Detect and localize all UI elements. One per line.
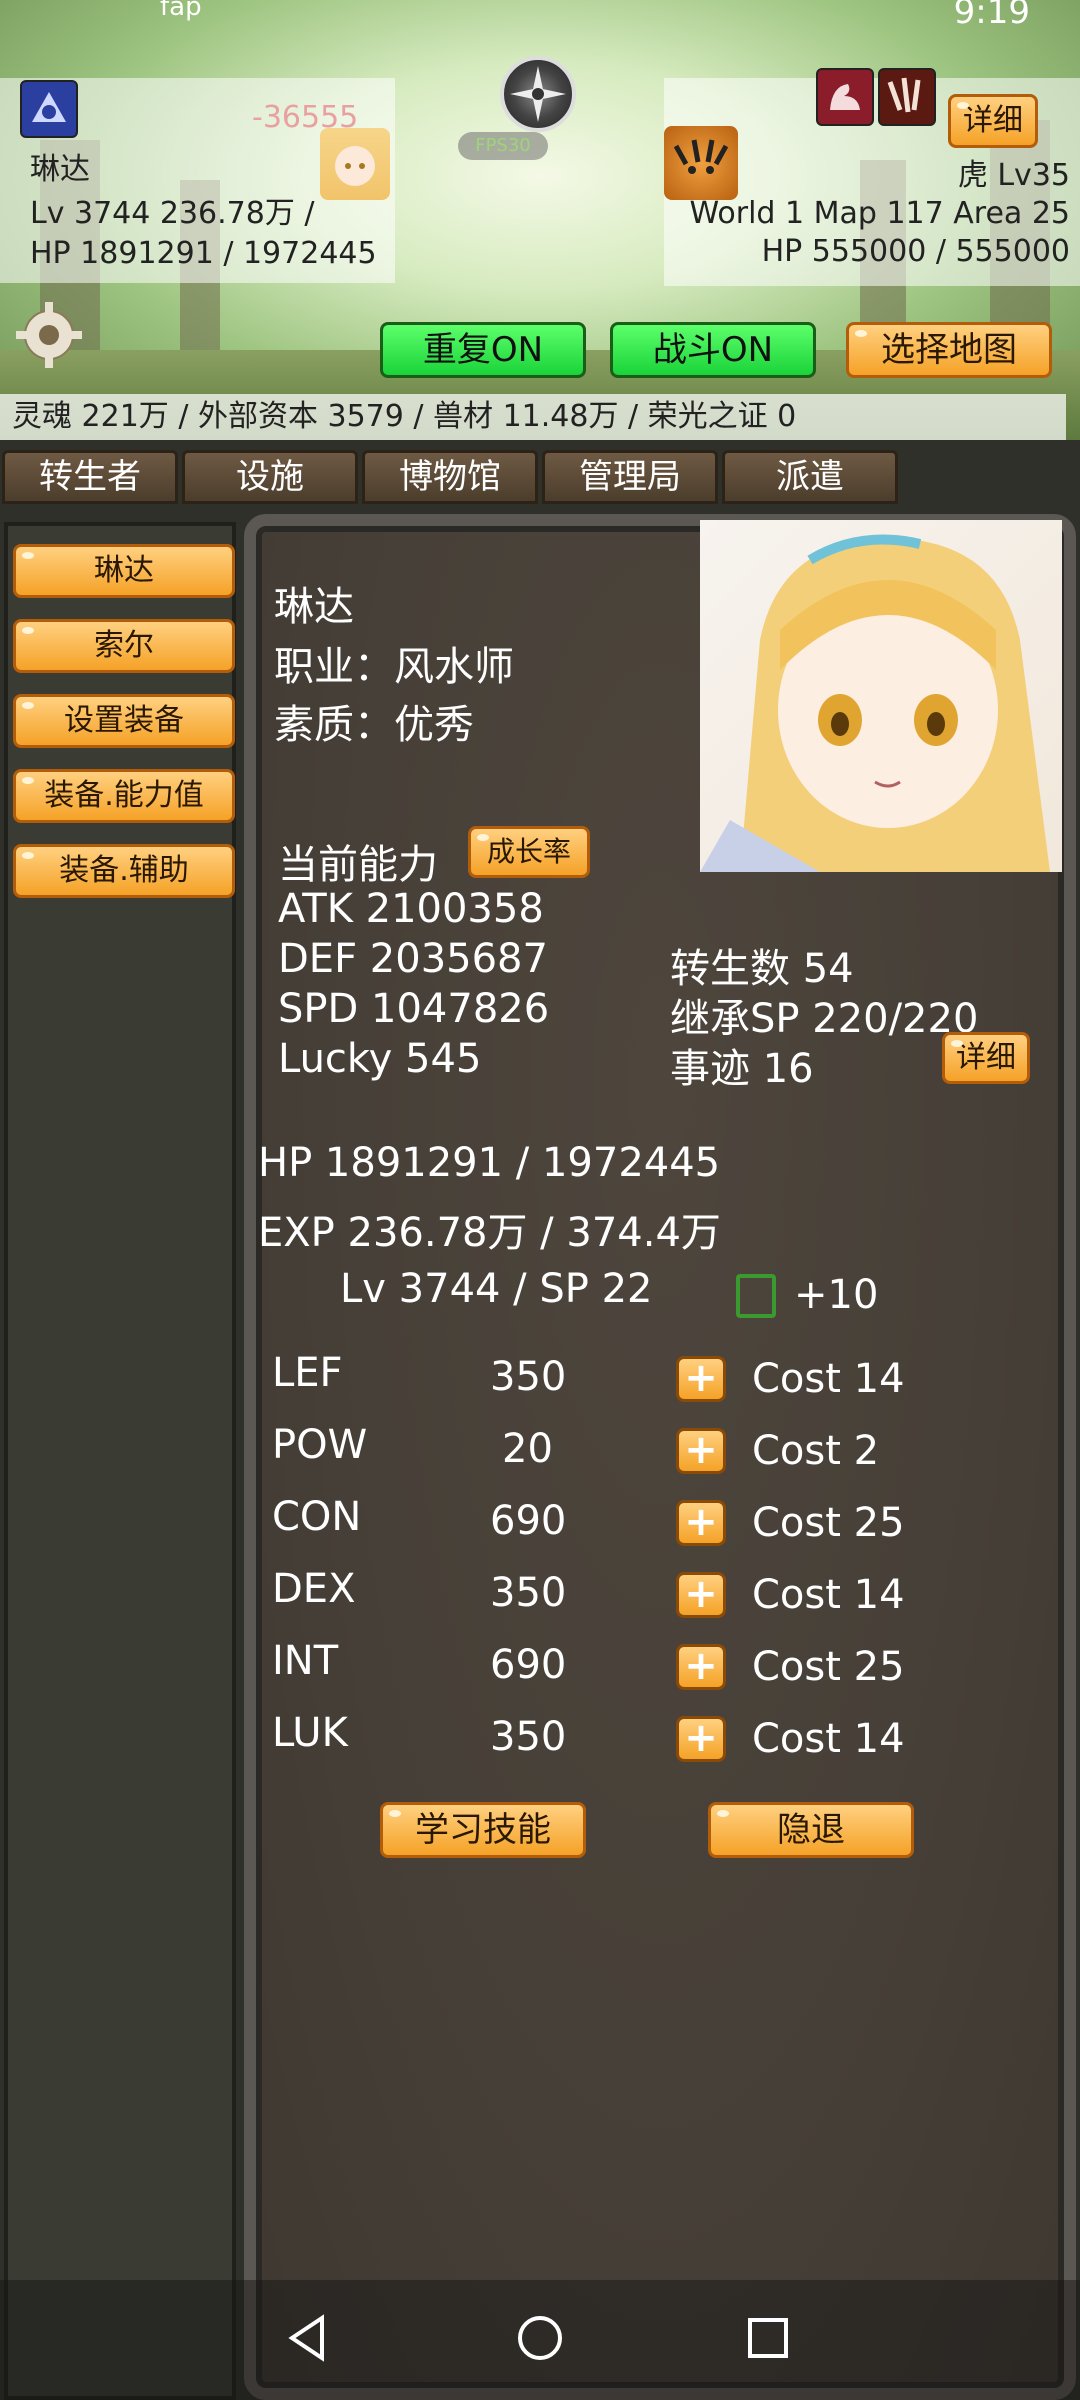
main-tabs: 转生者 设施 博物馆 管理局 派遣 [0,448,1080,506]
stat-value: 350 [490,1714,567,1760]
increase-stat-button[interactable]: + [676,1644,726,1690]
stat-value: 350 [490,1570,567,1616]
player-avatar [320,128,390,200]
fps-counter: FPS30 [458,132,548,160]
system-status-bar: fap 9:19 [0,0,1080,32]
enemy-strength-icon [816,68,874,126]
enemy-location: World 1 Map 117 Area 25 [689,196,1070,231]
stat-value: 690 [490,1498,567,1544]
sidebar-item-equip-stats[interactable]: 装备.能力值 [13,769,235,823]
home-icon[interactable] [514,2312,566,2364]
select-map-button[interactable]: 选择地图 [846,322,1052,378]
compass-icon[interactable] [500,56,576,132]
stat-name: CON [272,1494,362,1540]
increase-stat-button[interactable]: + [676,1356,726,1402]
stat-cost: Cost 2 [752,1428,880,1474]
stat-name: POW [272,1422,368,1468]
player-name: 琳达 [30,152,90,187]
plus-ten-checkbox[interactable] [736,1274,776,1318]
settings-gear-icon[interactable] [14,300,84,370]
resource-summary: 灵魂 221万 / 外部资本 3579 / 兽材 11.48万 / 荣光之证 0 [0,394,1066,440]
enemy-detail-button[interactable]: 详细 [948,94,1038,148]
spd-stat: SPD 1047826 [278,986,550,1032]
recents-icon[interactable] [742,2312,794,2364]
repeat-toggle-button[interactable]: 重复ON [380,322,586,378]
sidebar-item-set-equipment[interactable]: 设置装备 [13,694,235,748]
tab-facilities[interactable]: 设施 [182,450,358,504]
growth-rate-button[interactable]: 成长率 [468,826,590,878]
character-quality: 素质：优秀 [274,702,474,748]
character-name: 琳达 [274,584,354,630]
system-navigation-bar [0,2280,1080,2400]
stat-name: LEF [272,1350,343,1396]
deeds-detail-button[interactable]: 详细 [942,1032,1030,1084]
stat-name: DEX [272,1566,356,1612]
character-portrait [700,520,1062,872]
increase-stat-button[interactable]: + [676,1716,726,1762]
enemy-tiger-avatar [664,126,738,200]
player-hp: HP 1891291 / 1972445 [30,236,377,271]
stat-name: INT [272,1638,339,1684]
stat-name: LUK [272,1710,348,1756]
status-left-text: fap [160,0,202,22]
enemy-name-level: 虎 Lv35 [957,158,1070,193]
clock: 9:19 [953,0,1030,32]
back-icon[interactable] [282,2312,334,2364]
level-sp-display: Lv 3744 / SP 22 [340,1266,653,1312]
def-stat: DEF 2035687 [278,936,548,982]
stat-cost: Cost 25 [752,1500,905,1546]
increase-stat-button[interactable]: + [676,1572,726,1618]
stat-value: 690 [490,1642,567,1688]
stat-value: 20 [502,1426,553,1472]
tab-reincarnator[interactable]: 转生者 [2,450,178,504]
increase-stat-button[interactable]: + [676,1428,726,1474]
enemy-hp: HP 555000 / 555000 [761,234,1070,269]
character-job: 职业：风水师 [274,644,514,690]
stat-cost: Cost 14 [752,1572,905,1618]
player-panel: -36555 琳达 Lv 3744 236.78万 / HP 1891291 /… [0,78,395,283]
learn-skill-button[interactable]: 学习技能 [380,1802,586,1858]
tab-museum[interactable]: 博物馆 [362,450,538,504]
player-level: Lv 3744 236.78万 / [30,196,315,231]
enemy-panel: 详细 虎 Lv35 World 1 Map 117 Area 25 HP 555… [664,68,1080,286]
plus-ten-label: +10 [794,1272,879,1318]
enemy-claw-icon [878,68,936,126]
tab-dispatch[interactable]: 派遣 [722,450,898,504]
stat-cost: Cost 14 [752,1356,905,1402]
stat-cost: Cost 25 [752,1644,905,1690]
atk-stat: ATK 2100358 [278,886,544,932]
deeds-count: 事迹 16 [670,1046,814,1092]
tab-management[interactable]: 管理局 [542,450,718,504]
increase-stat-button[interactable]: + [676,1500,726,1546]
current-ability-label: 当前能力 [278,842,438,888]
sidebar: 琳达 索尔 设置装备 装备.能力值 装备.辅助 [4,522,236,2400]
exp-display: EXP 236.78万 / 374.4万 [258,1210,721,1256]
stat-cost: Cost 14 [752,1716,905,1762]
lucky-stat: Lucky 545 [278,1036,482,1082]
sidebar-item-sol[interactable]: 索尔 [13,619,235,673]
sidebar-item-linda[interactable]: 琳达 [13,544,235,598]
sidebar-item-equip-support[interactable]: 装备.辅助 [13,844,235,898]
player-class-icon [20,80,78,138]
stat-value: 350 [490,1354,567,1400]
hp-display: HP 1891291 / 1972445 [258,1140,721,1186]
battle-toggle-button[interactable]: 战斗ON [610,322,816,378]
retire-button[interactable]: 隐退 [708,1802,914,1858]
